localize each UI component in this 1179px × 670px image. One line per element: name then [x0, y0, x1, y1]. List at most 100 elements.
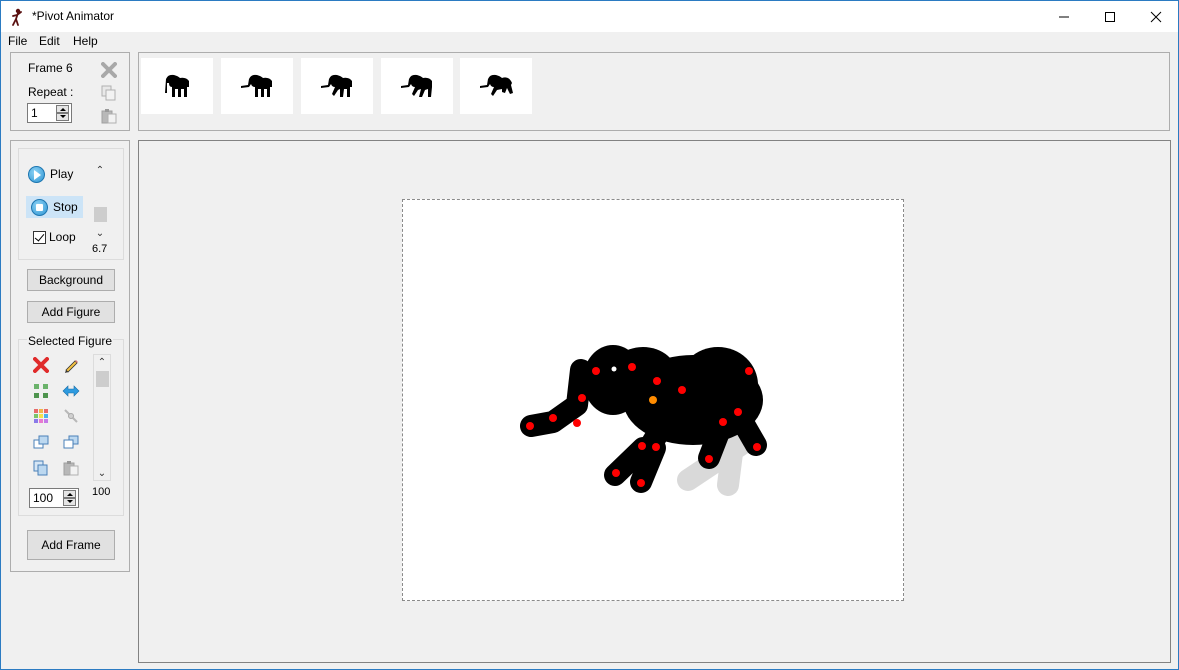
joint-handle[interactable] [628, 363, 636, 371]
speed-slider[interactable]: ⌃ ⌄ [91, 163, 109, 240]
stop-icon [31, 198, 48, 216]
spin-down-icon[interactable] [56, 113, 69, 121]
frame-thumbnail-4[interactable] [381, 58, 453, 114]
menu-edit[interactable]: Edit [39, 34, 60, 48]
alpha-down-arrow-icon[interactable]: ⌄ [94, 466, 110, 480]
window-title: *Pivot Animator [32, 9, 115, 23]
joint-handle[interactable] [549, 414, 557, 422]
eye [611, 366, 617, 372]
play-icon [28, 165, 45, 183]
maximize-button[interactable] [1087, 1, 1133, 32]
menu-help[interactable]: Help [73, 34, 98, 48]
delete-frame-icon [101, 62, 117, 78]
copy-figure-button[interactable] [31, 458, 51, 478]
joint-handle[interactable] [719, 418, 727, 426]
add-figure-button[interactable]: Add Figure [27, 301, 115, 323]
timeline-panel [138, 52, 1170, 131]
speed-up-arrow-icon[interactable]: ⌃ [91, 163, 109, 177]
joint-handle[interactable] [612, 469, 620, 477]
delete-figure-button[interactable] [31, 355, 51, 375]
elephant-thumbnail-icon [480, 74, 513, 96]
close-button[interactable] [1133, 1, 1179, 32]
joint-handle[interactable] [652, 443, 660, 451]
joint-handle[interactable] [573, 419, 581, 427]
playback-group: Play Stop Loop ⌃ ⌄ 6.7 [18, 148, 124, 260]
joint-handle[interactable] [592, 367, 600, 375]
joint-handle[interactable] [653, 377, 661, 385]
paste-frame-icon [101, 109, 117, 124]
joint-handle[interactable] [638, 442, 646, 450]
menu-bar: File Edit Help [1, 32, 1178, 51]
speed-slider-thumb[interactable] [94, 207, 107, 222]
background-button[interactable]: Background [27, 269, 115, 291]
spin-up-icon[interactable] [63, 490, 76, 498]
control-panel: Play Stop Loop ⌃ ⌄ 6.7 Background Add Fi… [10, 140, 130, 572]
delete-figure-icon [33, 357, 49, 373]
center-figure-button[interactable] [31, 381, 51, 401]
close-icon [1150, 11, 1162, 22]
animation-stage[interactable] [402, 199, 904, 601]
spin-down-icon[interactable] [63, 498, 76, 506]
spin-up-icon[interactable] [56, 105, 69, 113]
alpha-value: 100 [92, 486, 111, 498]
color-figure-button[interactable] [31, 406, 51, 426]
alpha-up-arrow-icon[interactable]: ⌃ [94, 355, 110, 369]
scale-spin-buttons[interactable] [63, 490, 76, 506]
paste-figure-button[interactable] [61, 458, 81, 478]
repeat-value[interactable]: 1 [31, 106, 38, 120]
selected-figure-title: Selected Figure [27, 334, 114, 348]
frame-thumbnail-1[interactable] [141, 58, 213, 114]
alpha-slider[interactable]: ⌃ ⌄ [93, 354, 111, 481]
paste-figure-icon [63, 461, 79, 476]
add-frame-button[interactable]: Add Frame [27, 530, 115, 560]
loop-label: Loop [49, 230, 76, 244]
center-figure-icon [34, 384, 48, 398]
scale-value[interactable]: 100 [33, 491, 53, 505]
joint-handle[interactable] [578, 394, 586, 402]
minimize-button[interactable] [1041, 1, 1087, 32]
copy-figure-icon [33, 460, 48, 476]
play-button[interactable]: Play [24, 163, 80, 185]
speed-value: 6.7 [92, 243, 108, 255]
join-figure-button[interactable] [61, 406, 81, 426]
copy-frame-button[interactable] [99, 83, 119, 103]
joint-handle[interactable] [678, 386, 686, 394]
frame-thumbnail-5[interactable] [460, 58, 532, 114]
alpha-slider-thumb[interactable] [96, 371, 109, 387]
repeat-spin-buttons[interactable] [56, 105, 69, 121]
loop-checkbox[interactable]: Loop [29, 226, 85, 248]
send-back-icon [63, 435, 79, 449]
elephant-thumbnail-icon [165, 74, 189, 97]
stop-button[interactable]: Stop [26, 196, 83, 218]
scale-spinner[interactable]: 100 [29, 488, 79, 508]
color-palette-icon [34, 409, 48, 423]
paste-frame-button[interactable] [99, 106, 119, 126]
speed-down-arrow-icon[interactable]: ⌄ [91, 226, 109, 240]
frame-thumbnail-2[interactable] [221, 58, 293, 114]
title-bar: *Pivot Animator [1, 1, 1178, 32]
joint-handle[interactable] [637, 479, 645, 487]
joint-handle[interactable] [526, 422, 534, 430]
edit-figure-button[interactable] [61, 355, 81, 375]
loop-check-icon[interactable] [33, 230, 46, 244]
frame-panel: Frame 6 Repeat : 1 [10, 52, 130, 131]
delete-frame-button[interactable] [99, 60, 119, 80]
joint-handle[interactable] [705, 455, 713, 463]
copy-frame-icon [101, 85, 116, 101]
menu-file[interactable]: File [8, 34, 27, 48]
stop-label: Stop [53, 200, 78, 214]
frame-number-label: Frame 6 [28, 61, 73, 75]
send-back-button[interactable] [61, 432, 81, 452]
joint-handle[interactable] [734, 408, 742, 416]
joint-handle[interactable] [753, 443, 761, 451]
bring-front-icon [33, 435, 49, 449]
frame-thumbnail-3[interactable] [301, 58, 373, 114]
maximize-icon [1105, 11, 1115, 22]
repeat-spinner[interactable]: 1 [27, 103, 72, 123]
app-logo-icon [12, 8, 22, 26]
joint-handle[interactable] [745, 367, 753, 375]
figure-canvas[interactable] [403, 200, 903, 600]
origin-handle[interactable] [649, 396, 657, 404]
bring-front-button[interactable] [31, 432, 51, 452]
flip-figure-button[interactable] [61, 381, 81, 401]
